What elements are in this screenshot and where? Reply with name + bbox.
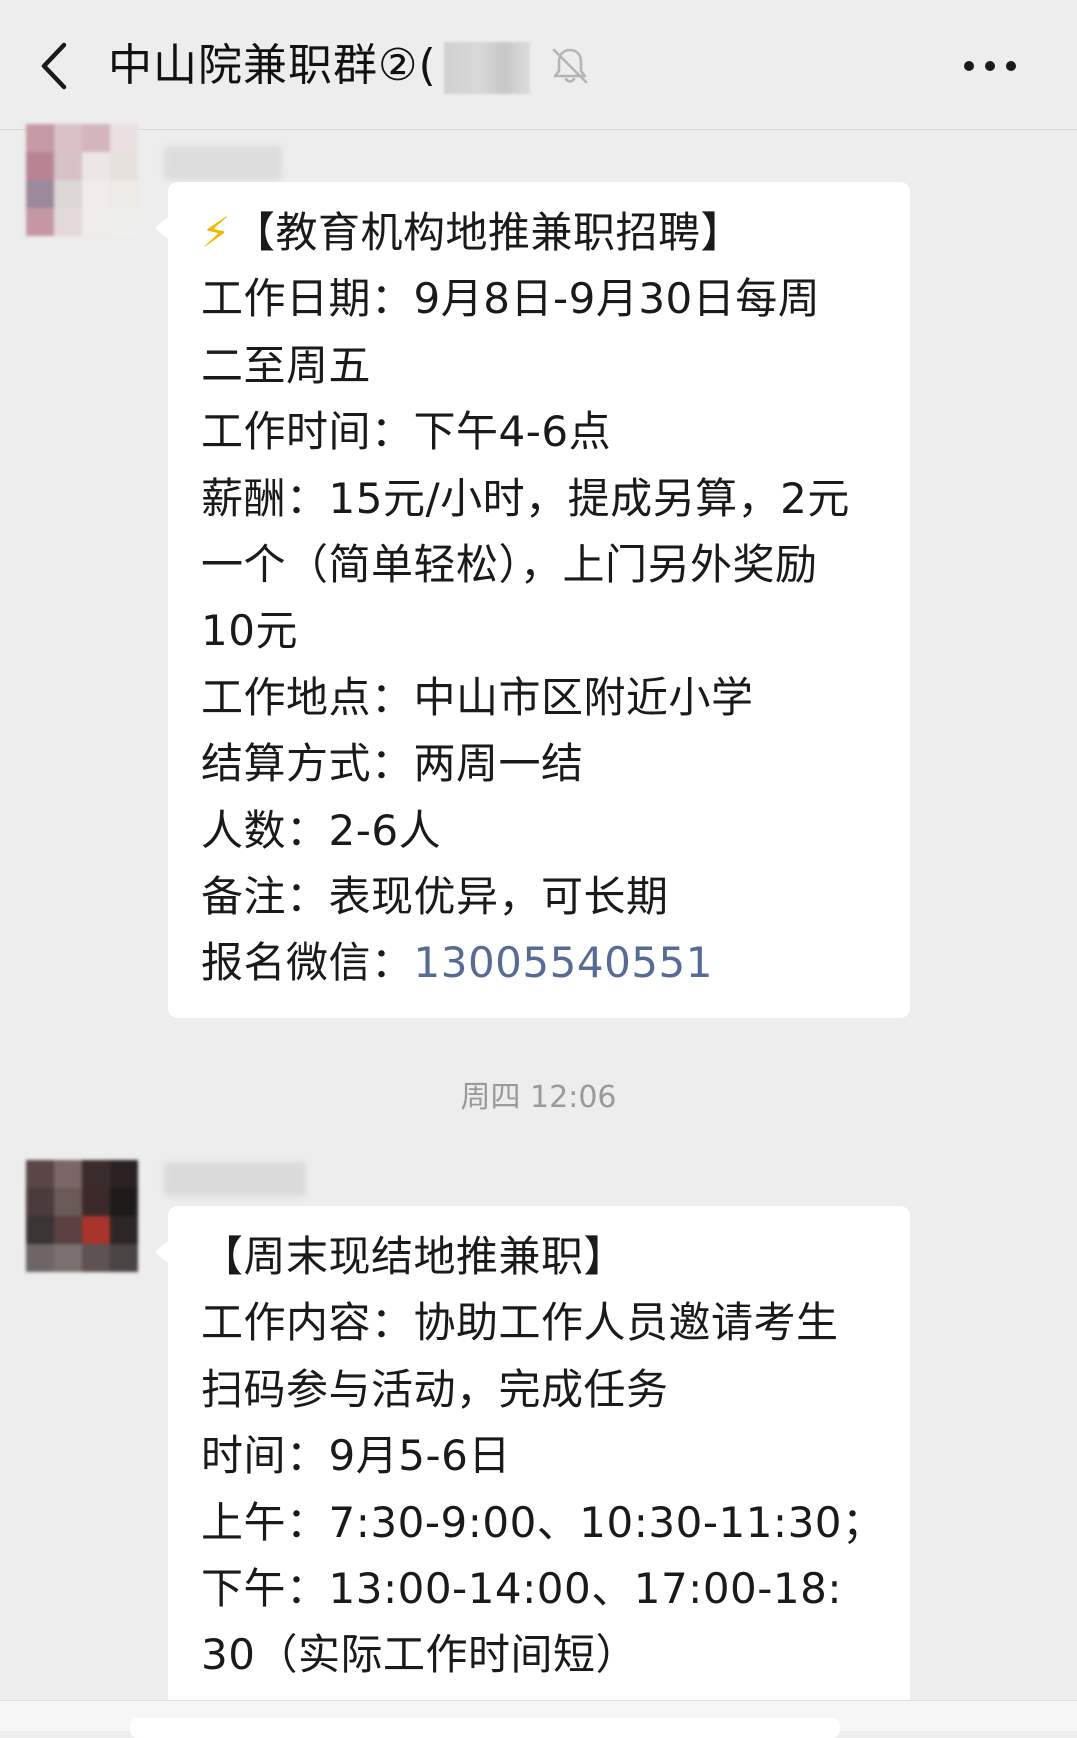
title-redaction: [444, 42, 530, 94]
message-line: 备注：表现优异，可长期: [201, 872, 669, 922]
message-line: 时间：9月5-6日: [201, 1431, 511, 1481]
chat-title: 中山院兼职群②(: [108, 40, 437, 91]
message-line: 工作日期：9月8日-9月30日每周: [201, 274, 821, 324]
message-timestamp: 周四 12:06: [460, 1080, 617, 1115]
message-line: 工作内容：协助工作人员邀请考生: [201, 1298, 839, 1348]
message-line: 结算方式：两周一结: [201, 739, 584, 789]
chevron-left-icon: [41, 42, 67, 90]
message-line: 报名微信：13005540551: [201, 938, 713, 988]
message-line: 10元: [201, 606, 298, 656]
message-line: 下午：13:00-14:00、17:00-18:: [201, 1564, 843, 1614]
bell-muted-icon: [552, 48, 588, 84]
message-line: ⚡【教育机构地推兼职招聘】: [201, 208, 744, 257]
avatar[interactable]: [26, 124, 138, 236]
message-line: 二至周五: [201, 340, 372, 390]
message-line: 【周末现结地推兼职】: [201, 1232, 627, 1281]
message-input[interactable]: [130, 1718, 840, 1738]
message-bubble[interactable]: ⚡【教育机构地推兼职招聘】 工作日期：9月8日-9月30日每周 二至周五 工作时…: [155, 182, 910, 1018]
lightning-icon: ⚡: [201, 208, 231, 257]
avatar[interactable]: [26, 1160, 138, 1272]
sender-name-redacted: [164, 1162, 306, 1196]
message-bubble[interactable]: 【周末现结地推兼职】 工作内容：协助工作人员邀请考生 扫码参与活动，完成任务 时…: [155, 1206, 910, 1726]
message-line: 30（实际工作时间短）: [201, 1630, 638, 1680]
sender-name-redacted: [164, 146, 282, 180]
message-line: 上午：7:30-9:00、10:30-11:30；: [201, 1497, 885, 1547]
message-line: 工作地点：中山市区附近小学: [201, 672, 754, 722]
message-line: 扫码参与活动，完成任务: [201, 1364, 669, 1414]
message-line: 一个（简单轻松），上门另外奖励: [201, 540, 818, 590]
more-horizontal-icon: [964, 61, 1016, 71]
message-line: 工作时间：下午4-6点: [201, 407, 612, 457]
wechat-id-link[interactable]: 13005540551: [414, 938, 713, 987]
chat-header: 中山院兼职群②(: [0, 0, 1077, 130]
back-button[interactable]: [28, 38, 78, 94]
more-button[interactable]: [955, 40, 1025, 92]
message-line: 人数：2-6人: [201, 805, 442, 855]
message-line: 薪酬：15元/小时，提成另算，2元: [201, 473, 850, 523]
